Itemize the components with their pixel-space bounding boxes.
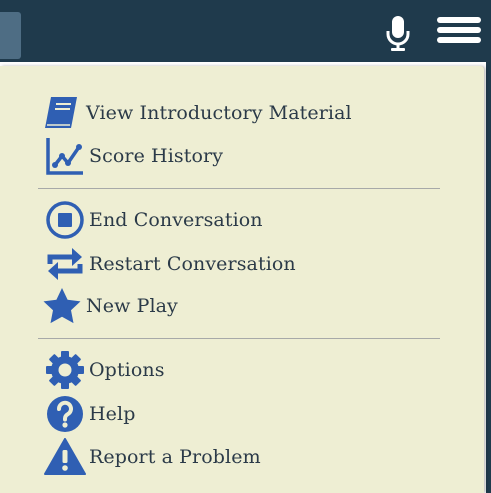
menu-item-view-introductory-material[interactable]: View Introductory Material: [38, 93, 440, 133]
warning-triangle-icon: [41, 437, 89, 477]
menu-item-label: Help: [89, 403, 136, 425]
menu-item-options[interactable]: Options: [38, 350, 440, 390]
menu-item-label: End Conversation: [89, 209, 263, 231]
gear-icon: [41, 350, 89, 390]
hamburger-menu-icon[interactable]: [437, 15, 481, 45]
top-bar: [0, 0, 491, 62]
menu-item-label: New Play: [86, 295, 178, 317]
menu-divider: [38, 188, 440, 189]
microphone-icon[interactable]: [385, 16, 411, 52]
menu-item-score-history[interactable]: Score History: [38, 136, 440, 176]
menu-item-label: Options: [89, 359, 165, 381]
menu-item-new-play[interactable]: New Play: [38, 286, 440, 326]
star-icon: [38, 286, 86, 326]
dropdown-menu: View Introductory Material Score History…: [0, 66, 484, 493]
menu-item-report-a-problem[interactable]: Report a Problem: [38, 437, 440, 477]
menu-divider: [38, 338, 440, 339]
book-icon: [38, 93, 86, 133]
page-edge: [486, 62, 491, 493]
repeat-icon: [41, 244, 89, 284]
menu-item-label: Restart Conversation: [89, 253, 296, 275]
menu-item-label: View Introductory Material: [86, 102, 352, 124]
question-circle-icon: [41, 394, 89, 434]
menu-item-label: Report a Problem: [89, 446, 261, 468]
menu-item-end-conversation[interactable]: End Conversation: [38, 200, 440, 240]
menu-item-restart-conversation[interactable]: Restart Conversation: [38, 244, 440, 284]
line-chart-icon: [41, 136, 89, 176]
sidebar-tab-stub[interactable]: [0, 12, 21, 59]
menu-item-help[interactable]: Help: [38, 394, 440, 434]
menu-item-label: Score History: [89, 145, 224, 167]
stop-circle-icon: [41, 200, 89, 240]
